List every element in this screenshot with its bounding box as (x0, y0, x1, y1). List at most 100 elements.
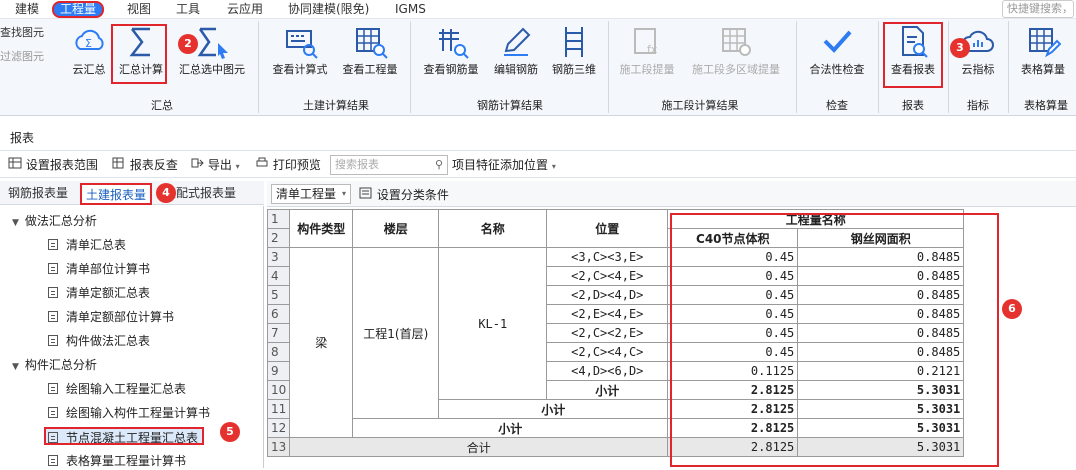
row-number: 5 (266, 285, 291, 305)
row-number: 9 (266, 361, 291, 381)
expand-arrow-icon: ▼ (12, 362, 19, 372)
group-report-label: 报表 (902, 99, 924, 112)
step-badge-4: 4 (156, 183, 176, 203)
row-number: 2 (266, 228, 291, 248)
report-check-button[interactable]: 报表反查 (112, 156, 178, 173)
tree-item-selected[interactable]: 节点混凝土工程量汇总表 (44, 427, 205, 445)
highlight-view-report (883, 22, 943, 88)
document-icon (48, 287, 58, 298)
quantity-type-value: 清单工程量 (276, 187, 337, 201)
tree-item[interactable]: 绘图输入构件工程量计算书 (48, 404, 210, 422)
edit-rebar-button[interactable]: 编辑钢筋 (490, 23, 542, 83)
cloud-summary-button[interactable]: Σ 云汇总 (68, 23, 110, 83)
tab-civil-report[interactable]: 土建报表量 (80, 183, 153, 205)
view-formula-button[interactable]: 查看计算式 (268, 23, 332, 83)
report-table-area: 1 构件类型 楼层 名称 位置 工程量名称 2 C40节点体积 钢丝网面积 3 … (266, 209, 1076, 468)
cell-position[interactable]: <2,C><4,E> (546, 266, 669, 286)
row-number: 6 (266, 304, 291, 324)
legality-check-button[interactable]: 合法性检查 (804, 23, 870, 83)
row-number: 10 (266, 380, 291, 400)
menu-view[interactable]: 视图 (127, 1, 151, 18)
tree-group-component[interactable]: ▼ 构件汇总分析 (12, 356, 97, 374)
menu-cloud-app[interactable]: 云应用 (227, 1, 263, 18)
group-rebar-result-label: 钢筋计算结果 (477, 99, 543, 112)
report-search-input[interactable]: 搜索报表 ⚲ (330, 155, 448, 175)
find-element-cmd[interactable]: 查找图元 (0, 24, 44, 40)
tree-item[interactable]: 构件做法汇总表 (48, 332, 150, 350)
tree-item[interactable]: 绘图输入工程量汇总表 (48, 380, 186, 398)
table-calc-button[interactable]: 表格算量 (1014, 23, 1072, 83)
rebar-3d-button[interactable]: 钢筋三维 (548, 23, 600, 83)
feature-position-label: 项目特征添加位置 (452, 158, 549, 172)
step-badge-3: 3 (950, 38, 970, 58)
cloud-summary-label: 云汇总 (72, 63, 106, 76)
report-tabs: 钢筋报表量 土建报表量 装配式报表量 (0, 181, 264, 205)
cell-subtotal-label[interactable]: 小计 (438, 399, 669, 419)
cell-position[interactable]: <2,C><4,C> (546, 342, 669, 362)
grid-search-icon (356, 28, 388, 59)
ribbon-divider (878, 21, 879, 113)
ribbon-divider (948, 21, 949, 113)
cell-subtotal-label[interactable]: 小计 (352, 418, 669, 438)
print-preview-button[interactable]: 打印预览 (255, 156, 321, 173)
row-number: 7 (266, 323, 291, 343)
menu-quantity[interactable]: 工程量 (52, 1, 105, 18)
printer-icon (256, 157, 268, 167)
cell-type[interactable]: 梁 (289, 247, 354, 438)
stage-extract-button[interactable]: fx 施工段提量 (615, 23, 679, 83)
menu-collab-modeling[interactable]: 协同建模(限免) (288, 1, 369, 18)
export-label: 导出 (207, 158, 232, 172)
feature-position-dropdown[interactable]: 项目特征添加位置 ▾ (452, 156, 556, 173)
tree-item[interactable]: 表格算量工程量计算书 (48, 452, 186, 470)
cell-subtotal-label[interactable]: 小计 (546, 380, 669, 400)
tab-rebar-report[interactable]: 钢筋报表量 (4, 183, 72, 205)
report-toolbar: 设置报表范围 报表反查 导出 ▾ 打印预览 搜索报表 ⚲ 项目特征添加位置 ▾ (0, 150, 1076, 178)
summary-selected-label: 汇总选中图元 (179, 63, 245, 76)
row-number: 13 (266, 437, 291, 457)
view-formula-label: 查看计算式 (272, 63, 328, 76)
quantity-type-select[interactable]: 清单工程量 ▾ (271, 184, 351, 204)
cell-position[interactable]: <2,E><4,E> (546, 304, 669, 324)
cell-position[interactable]: <2,C><2,E> (546, 323, 669, 343)
export-icon (191, 158, 204, 168)
cell-name[interactable]: KL-1 (438, 247, 548, 400)
tree-item[interactable]: 清单定额部位计算书 (48, 308, 174, 326)
ribbon-divider (1008, 21, 1009, 113)
document-icon (48, 239, 58, 250)
menu-igms[interactable]: IGMS (395, 1, 426, 18)
tree-item[interactable]: 清单定额汇总表 (48, 284, 150, 302)
stage-extract-label: 施工段提量 (619, 63, 675, 76)
grid-settings-icon (8, 157, 22, 169)
cell-position[interactable]: <3,C><3,E> (546, 247, 669, 267)
filter-element-cmd[interactable]: 过滤图元 (0, 48, 44, 64)
legality-check-label: 合法性检查 (809, 63, 865, 76)
cloud-sigma-icon: Σ (75, 29, 104, 50)
cell-floor[interactable]: 工程1(首层) (352, 247, 440, 419)
rebar-3d-label: 钢筋三维 (552, 63, 596, 76)
header-position: 位置 (546, 209, 669, 248)
step-badge-5: 5 (220, 422, 240, 442)
export-button[interactable]: 导出 ▾ (190, 156, 240, 173)
rebar-cage-icon (565, 27, 583, 57)
document-icon (48, 455, 58, 466)
cell-total-label[interactable]: 合计 (289, 437, 669, 457)
report-view-toolbar: 清单工程量 ▾ 设置分类条件 (267, 181, 1076, 207)
header-floor: 楼层 (352, 209, 440, 248)
menu-tools[interactable]: 工具 (176, 1, 200, 18)
cell-position[interactable]: <2,D><4,D> (546, 285, 669, 305)
cell-position[interactable]: <4,D><6,D> (546, 361, 669, 381)
tree-item[interactable]: 清单汇总表 (48, 236, 126, 254)
view-quantity-button[interactable]: 查看工程量 (338, 23, 402, 83)
pencil-icon (504, 27, 531, 56)
view-rebar-button[interactable]: 查看钢筋量 (418, 23, 484, 83)
document-icon (48, 335, 58, 346)
set-classify-button[interactable]: 设置分类条件 (359, 186, 449, 203)
tree-group-method[interactable]: ▼ 做法汇总分析 (12, 212, 97, 230)
set-range-button[interactable]: 设置报表范围 (8, 156, 98, 173)
tree-item[interactable]: 清单部位计算书 (48, 260, 150, 278)
stage-multi-extract-button[interactable]: 施工段多区域提量 (684, 23, 788, 83)
set-range-label: 设置报表范围 (25, 158, 98, 172)
menu-bar: 建模 工程量 视图 工具 云应用 协同建模(限免) IGMS 快捷键搜索， (0, 0, 1076, 19)
quick-search-input[interactable]: 快捷键搜索， (1002, 0, 1074, 18)
menu-modeling[interactable]: 建模 (15, 1, 39, 18)
